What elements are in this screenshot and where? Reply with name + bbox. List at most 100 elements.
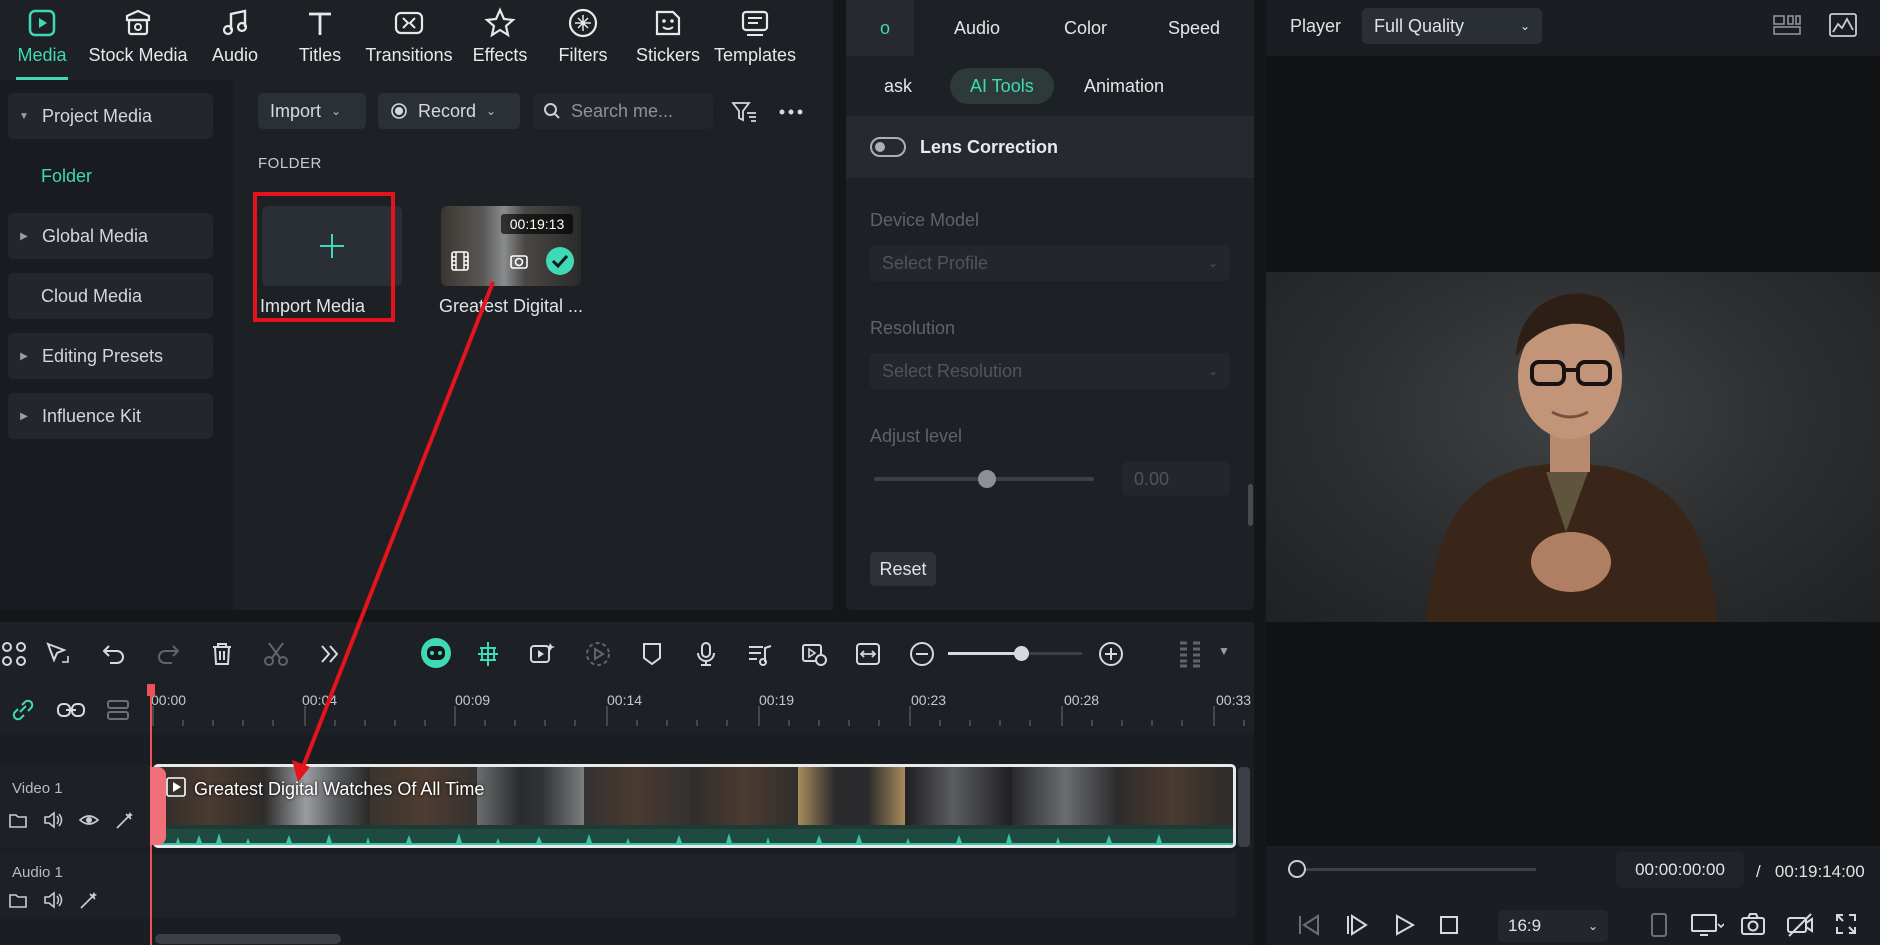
delete-icon[interactable] (208, 640, 236, 668)
magic-wand-icon[interactable] (114, 810, 136, 830)
subtab-animation[interactable]: Animation (1064, 68, 1184, 104)
progress-handle[interactable] (1288, 860, 1306, 878)
folder-lock-icon[interactable] (8, 810, 28, 830)
track-manager-icon[interactable] (104, 698, 132, 722)
tick-label: 00:14 (607, 692, 643, 708)
adjust-level-slider[interactable] (874, 470, 1094, 488)
audio-track-lane[interactable] (150, 854, 1236, 918)
tab-audio[interactable]: Audio (205, 0, 265, 80)
resolution-select[interactable]: Select Resolution ⌄ (870, 353, 1230, 389)
tab-video-partial[interactable]: o (846, 0, 914, 56)
group-link-icon[interactable] (56, 698, 86, 722)
eye-icon[interactable] (78, 810, 100, 830)
subtab-ai-tools[interactable]: AI Tools (950, 68, 1054, 104)
sidebar-item-influence-kit[interactable]: ▶ Influence Kit (8, 393, 213, 439)
timeline-horizontal-scrollbar[interactable] (155, 934, 341, 944)
display-settings-icon[interactable] (1690, 912, 1724, 938)
microphone-icon[interactable] (692, 640, 720, 668)
tick-label: 00:19 (759, 692, 795, 708)
tab-stock-media[interactable]: Stock Media (88, 0, 188, 80)
panel-scrollbar[interactable] (1248, 484, 1253, 526)
film-icon (451, 251, 469, 271)
play-icon[interactable] (1392, 913, 1416, 937)
render-preview-icon[interactable] (584, 640, 612, 668)
undo-icon[interactable] (100, 640, 128, 668)
snap-icon[interactable] (474, 640, 502, 668)
layout-icon[interactable] (0, 640, 28, 668)
lens-correction-toggle[interactable] (870, 137, 906, 157)
audio-mix-icon[interactable] (746, 640, 774, 668)
sidebar-item-folder[interactable]: Folder (8, 153, 213, 199)
scissors-icon[interactable] (262, 640, 290, 668)
speaker-icon[interactable] (42, 890, 64, 910)
clip-duration-badge: 00:19:13 (501, 214, 573, 234)
sidebar-item-cloud-media[interactable]: Cloud Media (8, 273, 213, 319)
fit-timeline-icon[interactable] (854, 640, 882, 668)
grid-view-icon[interactable] (1772, 14, 1802, 36)
tab-filters[interactable]: Filters (553, 0, 613, 80)
track-height-icon[interactable] (1176, 640, 1204, 668)
media-clip-card[interactable]: 00:19:13 Greatest Digital ... (439, 206, 583, 318)
tab-audio-props[interactable]: Audio (954, 18, 1000, 39)
snapshot-icon[interactable] (1740, 912, 1766, 936)
tab-stickers[interactable]: Stickers (633, 0, 703, 80)
search-input[interactable]: Search me... (533, 93, 713, 129)
zoom-slider-handle[interactable] (1014, 646, 1029, 661)
stop-icon[interactable] (1438, 914, 1460, 936)
previous-frame-icon[interactable] (1296, 913, 1322, 937)
slider-handle[interactable] (978, 470, 996, 488)
fullscreen-icon[interactable] (1834, 912, 1858, 936)
ai-assistant-icon[interactable] (420, 637, 452, 669)
link-icon[interactable] (10, 698, 36, 722)
more-options-icon[interactable] (778, 108, 804, 116)
redo-icon[interactable] (154, 640, 182, 668)
device-model-select[interactable]: Select Profile ⌄ (870, 245, 1230, 281)
scopes-icon[interactable] (1828, 12, 1858, 38)
tab-color[interactable]: Color (1064, 18, 1107, 39)
select-tool-icon[interactable] (44, 640, 72, 668)
tab-effects[interactable]: Effects (470, 0, 530, 80)
timeline-vertical-scrollbar[interactable] (1238, 767, 1250, 847)
playhead-top[interactable] (147, 684, 155, 696)
keyframe-clip-icon[interactable] (800, 640, 828, 668)
magic-wand-icon[interactable] (78, 890, 100, 910)
aspect-ratio-select[interactable]: 16:9 ⌄ (1498, 910, 1608, 942)
tab-media[interactable]: Media (12, 0, 72, 80)
import-dropdown[interactable]: Import ⌄ (258, 93, 366, 129)
reset-button[interactable]: Reset (870, 552, 936, 586)
next-frame-icon[interactable] (1344, 913, 1370, 937)
more-tools-icon[interactable] (316, 640, 344, 668)
current-time-field[interactable]: 00:00:00:00 (1616, 852, 1744, 888)
tab-titles[interactable]: Titles (290, 0, 350, 80)
playback-progress-bar[interactable] (1288, 860, 1536, 878)
auto-reframe-icon[interactable] (528, 640, 556, 668)
device-preview-icon[interactable] (1648, 912, 1670, 938)
filter-sort-icon[interactable] (731, 101, 757, 123)
caret-right-icon: ▶ (20, 350, 28, 362)
sidebar-item-global-media[interactable]: ▶ Global Media (8, 213, 213, 259)
audio-mute-icon[interactable] (1786, 912, 1814, 938)
chevron-down-icon: ⌄ (1207, 256, 1218, 270)
subtab-mask[interactable]: ask (864, 68, 932, 104)
record-dropdown[interactable]: Record ⌄ (378, 93, 520, 129)
folder-lock-icon[interactable] (8, 890, 28, 910)
tab-transitions[interactable]: Transitions (362, 0, 456, 80)
marker-icon[interactable] (638, 640, 666, 668)
tab-speed[interactable]: Speed (1168, 18, 1220, 39)
sidebar-item-project-media[interactable]: ▼ Project Media (8, 93, 213, 139)
zoom-out-icon[interactable] (908, 640, 936, 668)
chevron-down-icon[interactable]: ▼ (1218, 644, 1230, 658)
timeline-video-clip[interactable]: Greatest Digital Watches Of All Time (153, 764, 1236, 848)
video-clip-icon (166, 777, 186, 797)
video-viewer[interactable] (1266, 56, 1880, 846)
adjust-level-value[interactable]: 0.00 (1122, 462, 1230, 496)
zoom-slider[interactable] (948, 646, 1082, 661)
tab-templates[interactable]: Templates (712, 0, 798, 80)
speaker-icon[interactable] (42, 810, 64, 830)
zoom-in-icon[interactable] (1097, 640, 1125, 668)
playhead-handle[interactable] (150, 767, 166, 845)
sidebar-item-editing-presets[interactable]: ▶ Editing Presets (8, 333, 213, 379)
search-icon (544, 103, 560, 119)
resolution-label: Resolution (870, 318, 956, 338)
quality-select[interactable]: Full Quality ⌄ (1362, 8, 1542, 44)
